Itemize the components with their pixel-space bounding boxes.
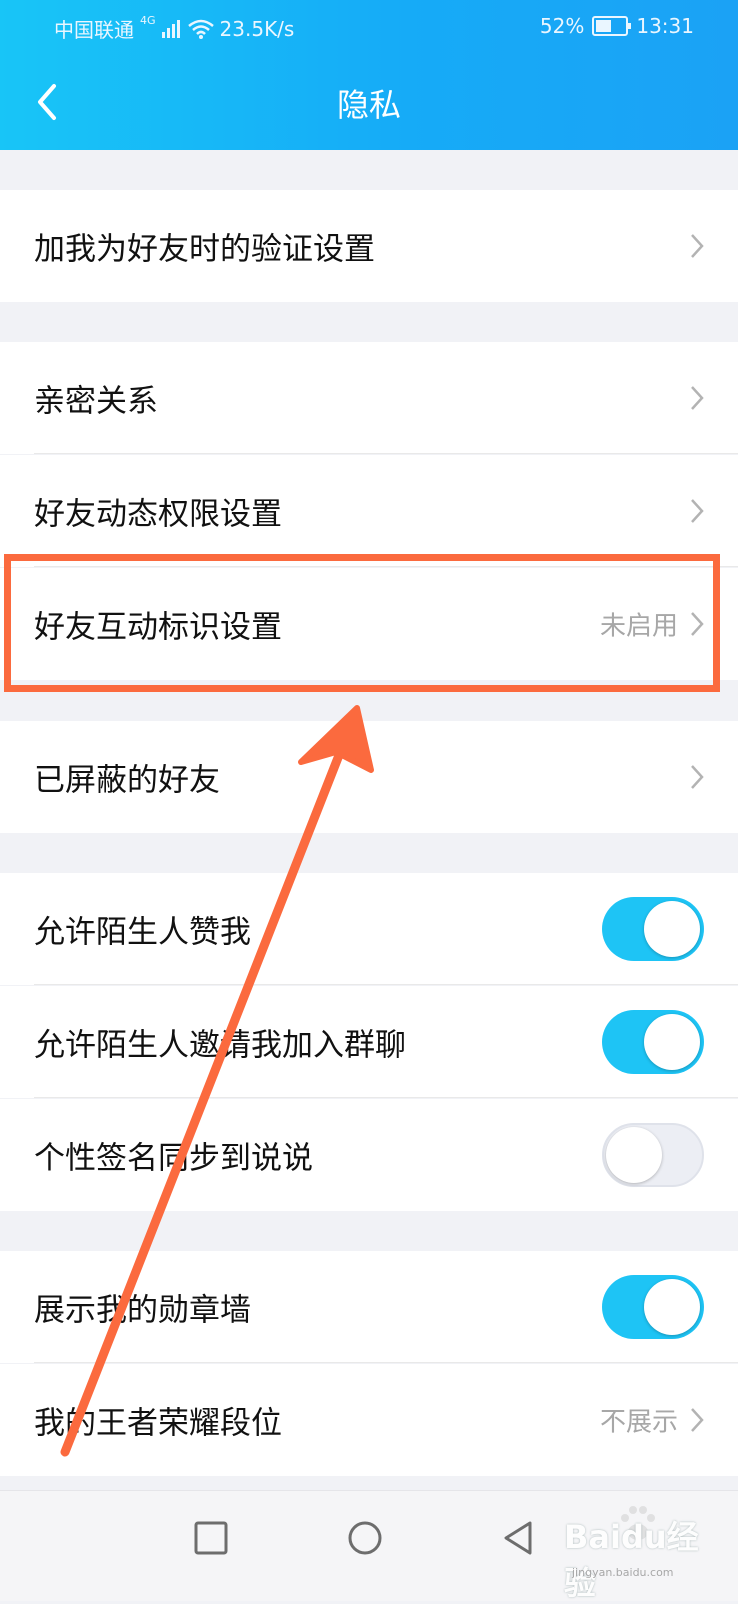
wifi-icon bbox=[187, 19, 214, 39]
toggle-switch[interactable] bbox=[602, 897, 704, 961]
toggle-switch[interactable] bbox=[602, 1123, 704, 1187]
row-value: 不展示 bbox=[599, 1407, 678, 1438]
carrier-label: 中国联通 bbox=[54, 18, 134, 42]
watermark-brand: Baidu经验 bbox=[564, 1518, 699, 1602]
chevron-right-icon bbox=[691, 499, 704, 523]
toggle-switch[interactable] bbox=[602, 1010, 704, 1074]
signal-icon bbox=[161, 19, 180, 38]
row-signature-sync: 个性签名同步到说说 bbox=[0, 1099, 738, 1211]
toggle-knob bbox=[644, 901, 700, 957]
toggle-knob bbox=[644, 1279, 700, 1335]
row-moments-permission[interactable]: 好友动态权限设置 bbox=[0, 455, 738, 567]
nav-back-button[interactable] bbox=[494, 1513, 544, 1563]
clock: 13:31 bbox=[636, 14, 694, 38]
page-title: 隐私 bbox=[336, 86, 401, 124]
chevron-right-icon bbox=[691, 765, 704, 789]
row-label: 好友动态权限设置 bbox=[34, 496, 282, 533]
square-icon bbox=[194, 1521, 228, 1555]
row-interaction-mark[interactable]: 好友互动标识设置 未启用 bbox=[0, 568, 738, 680]
row-blocked-friends[interactable]: 已屏蔽的好友 bbox=[0, 721, 738, 833]
row-verification-settings[interactable]: 加我为好友时的验证设置 bbox=[0, 190, 738, 302]
divider bbox=[34, 566, 738, 567]
row-label: 我的王者荣耀段位 bbox=[34, 1405, 282, 1442]
battery-icon bbox=[592, 16, 632, 36]
watermark-url: jingyan.baidu.com bbox=[572, 1566, 674, 1579]
toggle-knob bbox=[606, 1127, 662, 1183]
nav-bar: 隐私 bbox=[0, 58, 738, 148]
row-label: 个性签名同步到说说 bbox=[34, 1140, 313, 1177]
chevron-right-icon bbox=[691, 386, 704, 410]
recent-apps-button[interactable] bbox=[186, 1513, 236, 1563]
app-header: 中国联通 4G 23.5K/s 52% 13:31 隐私 bbox=[0, 0, 738, 150]
triangle-back-icon bbox=[504, 1521, 532, 1555]
baidu-watermark: Baidu经验 jingyan.baidu.com bbox=[554, 1504, 724, 1602]
row-label: 亲密关系 bbox=[34, 383, 158, 420]
row-label: 加我为好友时的验证设置 bbox=[34, 231, 375, 268]
row-label: 已屏蔽的好友 bbox=[34, 762, 220, 799]
network-speed: 23.5K/s bbox=[219, 16, 295, 41]
divider bbox=[34, 1362, 738, 1363]
row-honor-rank[interactable]: 我的王者荣耀段位 不展示 bbox=[0, 1364, 738, 1476]
row-allow-stranger-like: 允许陌生人赞我 bbox=[0, 873, 738, 985]
row-value: 未启用 bbox=[599, 611, 678, 642]
network-type: 4G bbox=[140, 14, 156, 27]
circle-icon bbox=[348, 1521, 382, 1555]
status-bar: 中国联通 4G 23.5K/s 52% 13:31 bbox=[0, 10, 738, 50]
home-button[interactable] bbox=[340, 1513, 390, 1563]
divider bbox=[34, 1097, 738, 1098]
toggle-knob bbox=[644, 1014, 700, 1070]
row-allow-stranger-invite: 允许陌生人邀请我加入群聊 bbox=[0, 986, 738, 1098]
divider bbox=[34, 984, 738, 985]
row-label: 允许陌生人赞我 bbox=[34, 914, 251, 951]
chevron-right-icon bbox=[691, 234, 704, 258]
battery-percent: 52% bbox=[539, 14, 585, 38]
row-intimacy[interactable]: 亲密关系 bbox=[0, 342, 738, 454]
toggle-switch[interactable] bbox=[602, 1275, 704, 1339]
row-label: 允许陌生人邀请我加入群聊 bbox=[34, 1027, 406, 1064]
chevron-right-icon bbox=[691, 1408, 704, 1432]
divider bbox=[34, 453, 738, 454]
row-medal-wall: 展示我的勋章墙 bbox=[0, 1251, 738, 1363]
row-label: 展示我的勋章墙 bbox=[34, 1292, 251, 1329]
chevron-right-icon bbox=[691, 612, 704, 636]
row-label: 好友互动标识设置 bbox=[34, 609, 282, 646]
